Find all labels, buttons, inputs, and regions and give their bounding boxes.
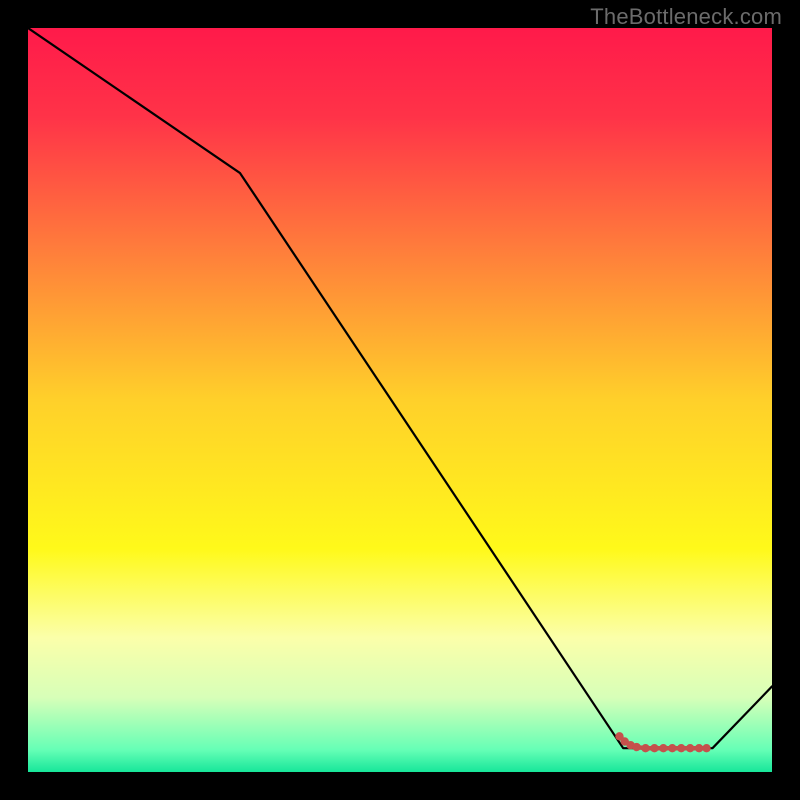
- data-point: [668, 744, 676, 752]
- data-point: [686, 744, 694, 752]
- data-point: [632, 743, 640, 751]
- plot-area: [28, 28, 772, 772]
- data-point: [659, 744, 667, 752]
- data-point: [641, 744, 649, 752]
- chart-container: TheBottleneck.com: [0, 0, 800, 800]
- data-point: [695, 744, 703, 752]
- data-point: [702, 744, 710, 752]
- data-point: [650, 744, 658, 752]
- attribution-text: TheBottleneck.com: [590, 4, 782, 30]
- gradient-background: [28, 28, 772, 772]
- chart-svg: [28, 28, 772, 772]
- data-point: [677, 744, 685, 752]
